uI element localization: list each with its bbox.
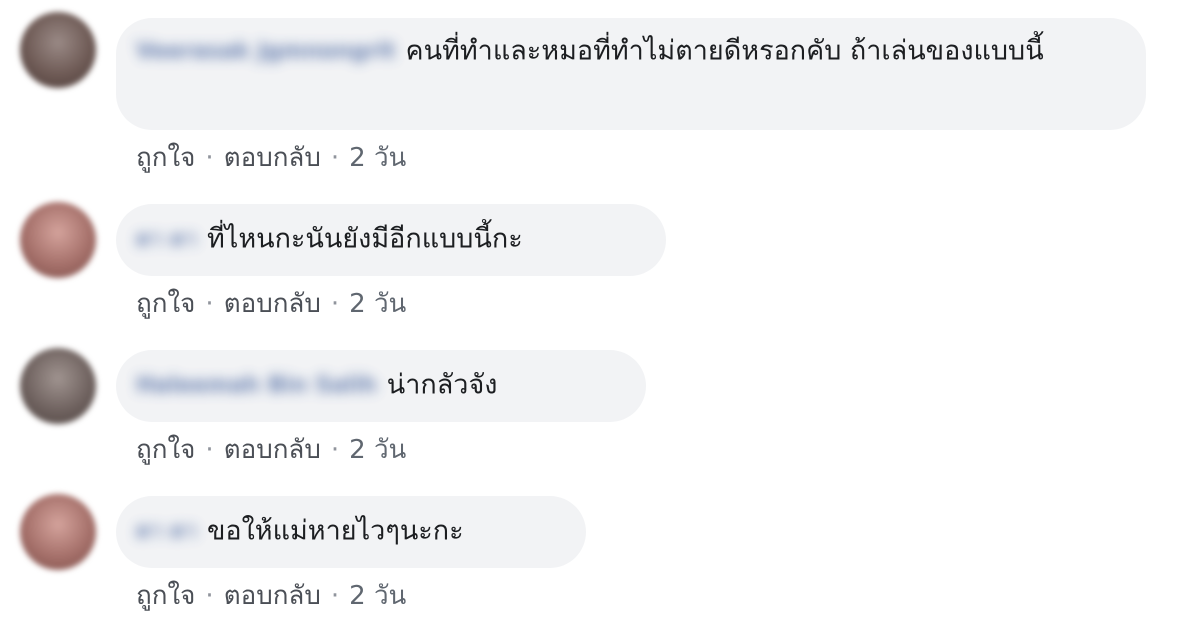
comment-author[interactable]: ดา ดา [136, 217, 197, 263]
comment-text: ขอให้แม่หายไวๆนะกะ [206, 515, 464, 547]
comment-bubble: ดา ดา ขอให้แม่หายไวๆนะกะ [116, 496, 586, 568]
like-link[interactable]: ถูกใจ [136, 575, 195, 616]
separator-dot: · [330, 143, 340, 173]
timestamp[interactable]: 2 วัน [349, 429, 406, 470]
separator-dot: · [205, 435, 214, 465]
comment-actions: ถูกใจ · ตอบกลับ · 2 วัน [136, 429, 406, 470]
timestamp[interactable]: 2 วัน [349, 137, 406, 178]
comment-actions: ถูกใจ · ตอบกลับ · 2 วัน [136, 283, 406, 324]
separator-dot: · [330, 289, 340, 319]
comment-text: ที่ไหนกะนันยังมีอีกแบบนี้กะ [206, 223, 523, 255]
like-link[interactable]: ถูกใจ [136, 429, 195, 470]
comment-author[interactable]: Veerasak Jgmnongrit [136, 29, 396, 75]
reply-link[interactable]: ตอบกลับ [224, 429, 321, 470]
separator-dot: · [205, 581, 214, 611]
comment-actions: ถูกใจ · ตอบกลับ · 2 วัน [136, 575, 406, 616]
like-link[interactable]: ถูกใจ [136, 283, 195, 324]
avatar[interactable] [20, 12, 96, 88]
like-link[interactable]: ถูกใจ [136, 137, 195, 178]
avatar[interactable] [20, 202, 96, 278]
comment-actions: ถูกใจ · ตอบกลับ · 2 วัน [136, 137, 406, 178]
separator-dot: · [205, 143, 214, 173]
comment-list: Veerasak Jgmnongrit คนที่ทำและหมอที่ทำไม่… [0, 0, 1200, 629]
comment-text: คนที่ทำและหมอที่ทำไม่ตายดีหรอกคับ ถ้าเล่… [405, 35, 1044, 67]
timestamp[interactable]: 2 วัน [349, 283, 406, 324]
comment-author[interactable]: ดา ดา [136, 509, 197, 555]
separator-dot: · [205, 289, 214, 319]
comment-bubble: Veerasak Jgmnongrit คนที่ทำและหมอที่ทำไม่… [116, 18, 1146, 130]
avatar[interactable] [20, 348, 96, 424]
separator-dot: · [330, 435, 340, 465]
timestamp[interactable]: 2 วัน [349, 575, 406, 616]
reply-link[interactable]: ตอบกลับ [224, 575, 321, 616]
comment-text: น่ากลัวจัง [386, 369, 498, 401]
reply-link[interactable]: ตอบกลับ [224, 283, 321, 324]
comment-bubble: ดา ดา ที่ไหนกะนันยังมีอีกแบบนี้กะ [116, 204, 666, 276]
comment-author[interactable]: Haleemah Bin Salih [136, 363, 377, 409]
separator-dot: · [330, 581, 340, 611]
comment-bubble: Haleemah Bin Salih น่ากลัวจัง [116, 350, 646, 422]
reply-link[interactable]: ตอบกลับ [224, 137, 321, 178]
avatar[interactable] [20, 494, 96, 570]
